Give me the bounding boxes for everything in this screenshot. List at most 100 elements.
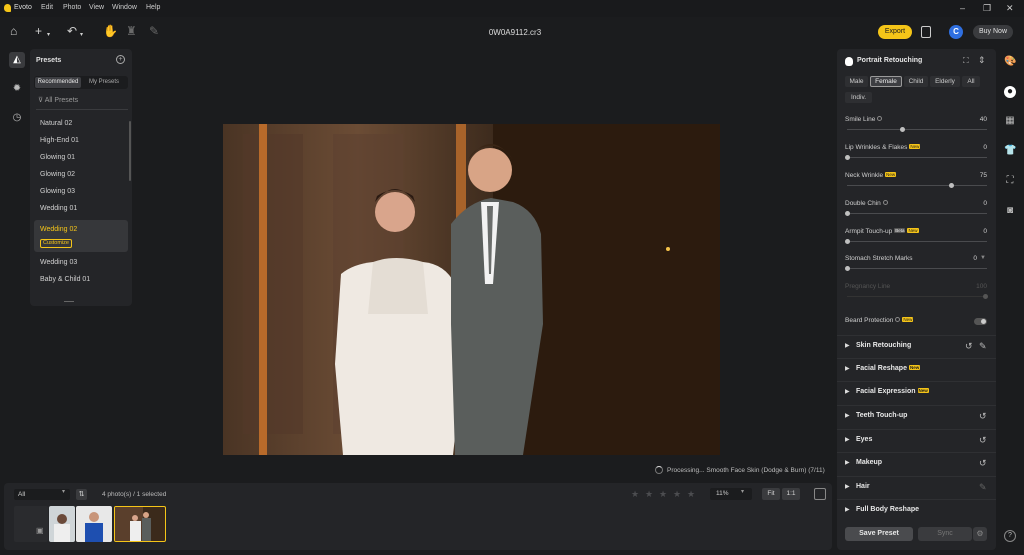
double-chin-slider[interactable] [847, 213, 987, 214]
rating-star-icon[interactable]: ★ [645, 489, 653, 500]
sort-icon[interactable]: ⇅ [76, 489, 87, 500]
smile-line-slider[interactable] [847, 129, 987, 130]
gender-individual[interactable]: Indiv. [845, 92, 872, 103]
rating-star-icon[interactable]: ★ [659, 489, 667, 500]
rating-star-icon[interactable]: ★ [631, 489, 639, 500]
section-facial-reshape[interactable]: ▶ Facial Reshape New [837, 358, 996, 380]
slider-knob[interactable] [845, 239, 850, 244]
sync-button[interactable]: Sync [918, 527, 972, 541]
hand-icon[interactable]: ✋ [103, 24, 118, 38]
section-hair[interactable]: ▶ Hair ✎ [837, 476, 996, 498]
sync-settings-icon[interactable]: ⚙ [973, 527, 987, 541]
device-icon[interactable] [921, 26, 931, 38]
preset-item[interactable]: Natural 02 [40, 120, 72, 127]
gender-male[interactable]: Male [845, 76, 868, 87]
maximize-icon[interactable]: ❐ [983, 3, 991, 14]
section-makeup[interactable]: ▶ Makeup ↺ [837, 452, 996, 474]
rating-star-icon[interactable]: ★ [673, 489, 681, 500]
portrait-tool-icon[interactable]: ● [1004, 86, 1016, 98]
crop-icon[interactable]: ⛶ [1004, 175, 1016, 187]
section-facial-expression[interactable]: ▶ Facial Expression New [837, 381, 996, 403]
info-icon[interactable] [877, 116, 883, 121]
actual-size-button[interactable]: 1:1 [782, 488, 800, 500]
camera-icon[interactable]: ◙ [1004, 205, 1016, 217]
slider-value[interactable]: 0 [967, 228, 987, 235]
reset-icon[interactable]: ↺ [979, 411, 987, 422]
edit-icon[interactable]: ✎ [979, 482, 987, 493]
slider-knob[interactable] [845, 211, 850, 216]
gender-all[interactable]: All [962, 76, 980, 87]
avatar[interactable]: C [949, 25, 963, 39]
expand-icon[interactable]: ⛶ [963, 56, 969, 66]
preset-item[interactable]: Wedding 01 [40, 205, 77, 212]
thumbnail[interactable] [76, 506, 112, 542]
home-icon[interactable]: ⌂ [10, 24, 17, 38]
palette-icon[interactable]: 🎨 [1004, 56, 1016, 68]
lip-wrinkles-slider[interactable] [847, 157, 987, 158]
reset-icon[interactable]: ↺ [979, 458, 987, 469]
scrollbar[interactable] [129, 121, 131, 181]
stamp-icon[interactable]: ♜ [126, 24, 137, 38]
reset-icon[interactable]: ↺ [979, 435, 987, 446]
menu-edit[interactable]: Edit [41, 4, 53, 11]
slider-value[interactable]: 75 [967, 172, 987, 179]
all-presets-filter[interactable]: ⊽ All Presets [38, 96, 78, 104]
preset-item[interactable]: High-End 01 [40, 137, 79, 144]
history-icon[interactable]: ◷ [9, 110, 25, 126]
minimize-icon[interactable]: – [960, 3, 965, 13]
add-icon[interactable]: + [35, 24, 42, 38]
chevron-down-icon[interactable]: ▾ [80, 28, 83, 42]
beard-protection-toggle[interactable] [974, 318, 987, 325]
export-button[interactable]: Export [878, 25, 912, 39]
close-icon[interactable]: ✕ [1006, 3, 1014, 14]
slider-knob[interactable] [900, 127, 905, 132]
presets-icon[interactable]: ◭ [9, 52, 25, 68]
armpit-touchup-slider[interactable] [847, 241, 987, 242]
info-icon[interactable] [895, 317, 901, 322]
section-eyes[interactable]: ▶ Eyes ↺ [837, 429, 996, 451]
tab-my-presets[interactable]: My Presets [81, 77, 127, 88]
section-teeth-touchup[interactable]: ▶ Teeth Touch-up ↺ [837, 405, 996, 427]
help-icon[interactable]: ? [1004, 530, 1016, 542]
add-preset-icon[interactable]: + [116, 55, 125, 64]
chevron-down-icon[interactable]: ▾ [47, 28, 50, 42]
slider-value[interactable]: 40 [967, 116, 987, 123]
reorder-icon[interactable]: ⇕ [978, 55, 986, 66]
section-full-body-reshape[interactable]: ▶ Full Body Reshape [837, 499, 996, 521]
slider-knob[interactable] [845, 266, 850, 271]
slider-knob[interactable] [845, 155, 850, 160]
preset-item[interactable]: Glowing 02 [40, 171, 75, 178]
tab-recommended[interactable]: Recommended [35, 77, 81, 88]
gender-female[interactable]: Female [870, 76, 902, 87]
preset-item[interactable]: Glowing 03 [40, 188, 75, 195]
slider-knob[interactable] [949, 183, 954, 188]
adjust-icon[interactable]: ✹ [9, 81, 25, 97]
slider-value[interactable]: 0 [957, 255, 977, 262]
menu-view[interactable]: View [89, 4, 104, 11]
menu-help[interactable]: Help [146, 4, 160, 11]
gender-child[interactable]: Child [904, 76, 928, 87]
resize-grip[interactable] [64, 301, 74, 302]
thumbnail[interactable] [49, 506, 75, 542]
preset-item[interactable]: Wedding 03 [40, 259, 77, 266]
rating-star-icon[interactable]: ★ [687, 489, 695, 500]
clothing-icon[interactable]: 👕 [1004, 145, 1016, 157]
photo-canvas[interactable] [223, 124, 720, 455]
compare-icon[interactable] [814, 488, 826, 500]
undo-icon[interactable]: ↶ [67, 24, 77, 38]
fit-button[interactable]: Fit [762, 488, 780, 500]
menu-photo[interactable]: Photo [63, 4, 81, 11]
buy-now-button[interactable]: Buy Now [973, 25, 1013, 39]
customize-badge[interactable]: Customize [40, 239, 72, 248]
save-preset-button[interactable]: Save Preset [845, 527, 913, 541]
chevron-down-icon[interactable]: ▼ [980, 255, 986, 261]
edit-icon[interactable]: ✎ [979, 341, 987, 352]
reset-icon[interactable]: ↺ [965, 341, 973, 352]
thumbnail[interactable]: ▣ [14, 506, 48, 542]
preset-item[interactable]: Glowing 01 [40, 154, 75, 161]
slider-value[interactable]: 0 [967, 200, 987, 207]
info-icon[interactable] [882, 200, 888, 205]
menu-window[interactable]: Window [112, 4, 137, 11]
preset-item[interactable]: Baby & Child 01 [40, 276, 90, 283]
preset-item-selected[interactable]: Wedding 02 Customize [34, 220, 128, 252]
